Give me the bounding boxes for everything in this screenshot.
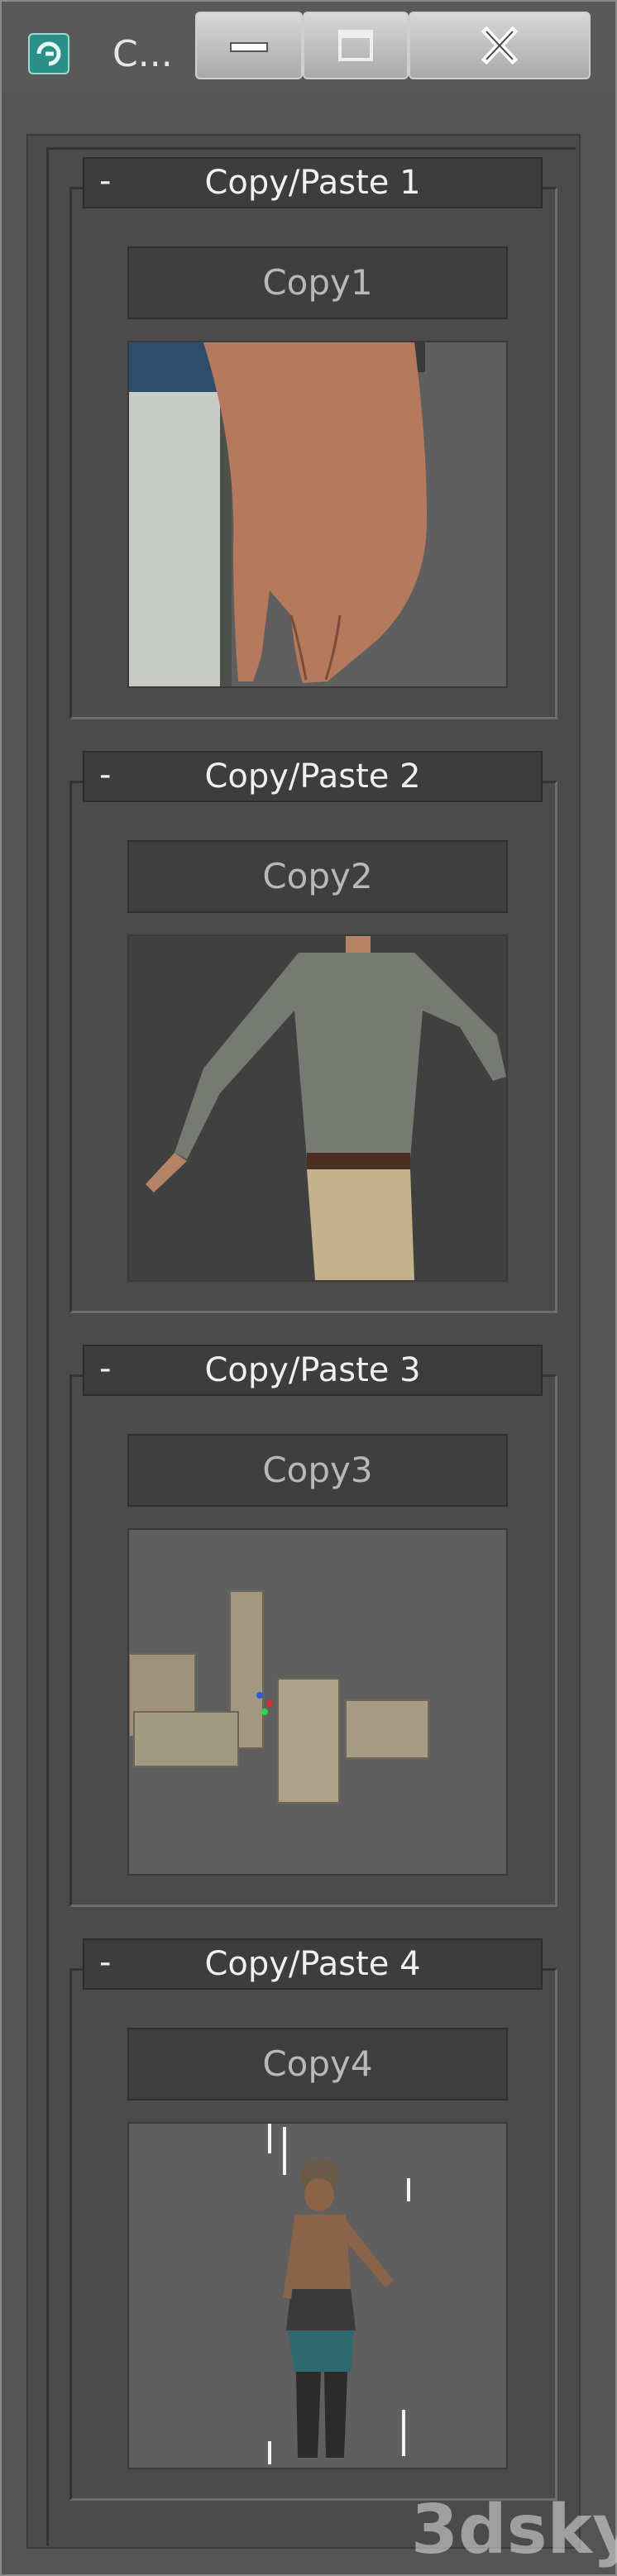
close-icon xyxy=(481,26,519,65)
hand-thumbnail[interactable] xyxy=(127,341,508,688)
maximize-button[interactable] xyxy=(303,12,409,79)
rollout-header[interactable]: - Copy/Paste 2 xyxy=(83,751,543,802)
rollout-copy-paste-4: - Copy/Paste 4 Copy4 xyxy=(60,1938,564,2509)
rollout-copy-paste-1: - Copy/Paste 1 Copy1 xyxy=(60,157,564,728)
rollout-header[interactable]: - Copy/Paste 1 xyxy=(83,157,543,208)
rollout-title: Copy/Paste 1 xyxy=(204,164,421,202)
rollout-copy-paste-2: - Copy/Paste 2 Copy2 xyxy=(60,751,564,1321)
ruins-thumbnail[interactable] xyxy=(127,1528,508,1876)
title-bar[interactable]: C... xyxy=(2,2,615,93)
rollout-header[interactable]: - Copy/Paste 4 xyxy=(83,1938,543,1990)
rollout-title: Copy/Paste 2 xyxy=(204,758,421,796)
warrior-thumbnail[interactable] xyxy=(127,2122,508,2469)
copy4-button[interactable]: Copy4 xyxy=(127,2028,508,2100)
app-window: C... - Copy/Paste 1 Copy1 - Copy/Paste 2… xyxy=(0,0,617,2576)
copy3-button[interactable]: Copy3 xyxy=(127,1434,508,1507)
watermark: 3dsky xyxy=(411,2491,617,2569)
rollout-title: Copy/Paste 3 xyxy=(204,1351,421,1389)
maximize-icon xyxy=(338,30,373,61)
app-logo-icon xyxy=(28,33,69,74)
copy1-button[interactable]: Copy1 xyxy=(127,246,508,319)
copy2-button[interactable]: Copy2 xyxy=(127,840,508,913)
window-title: C... xyxy=(112,33,173,75)
minimize-button[interactable] xyxy=(195,12,303,79)
close-button[interactable] xyxy=(409,12,591,79)
man-thumbnail[interactable] xyxy=(127,934,508,1282)
minimize-icon xyxy=(230,42,268,52)
rollout-copy-paste-3: - Copy/Paste 3 Copy3 xyxy=(60,1345,564,1915)
rollout-header[interactable]: - Copy/Paste 3 xyxy=(83,1345,543,1396)
rollout-title: Copy/Paste 4 xyxy=(204,1945,421,1983)
